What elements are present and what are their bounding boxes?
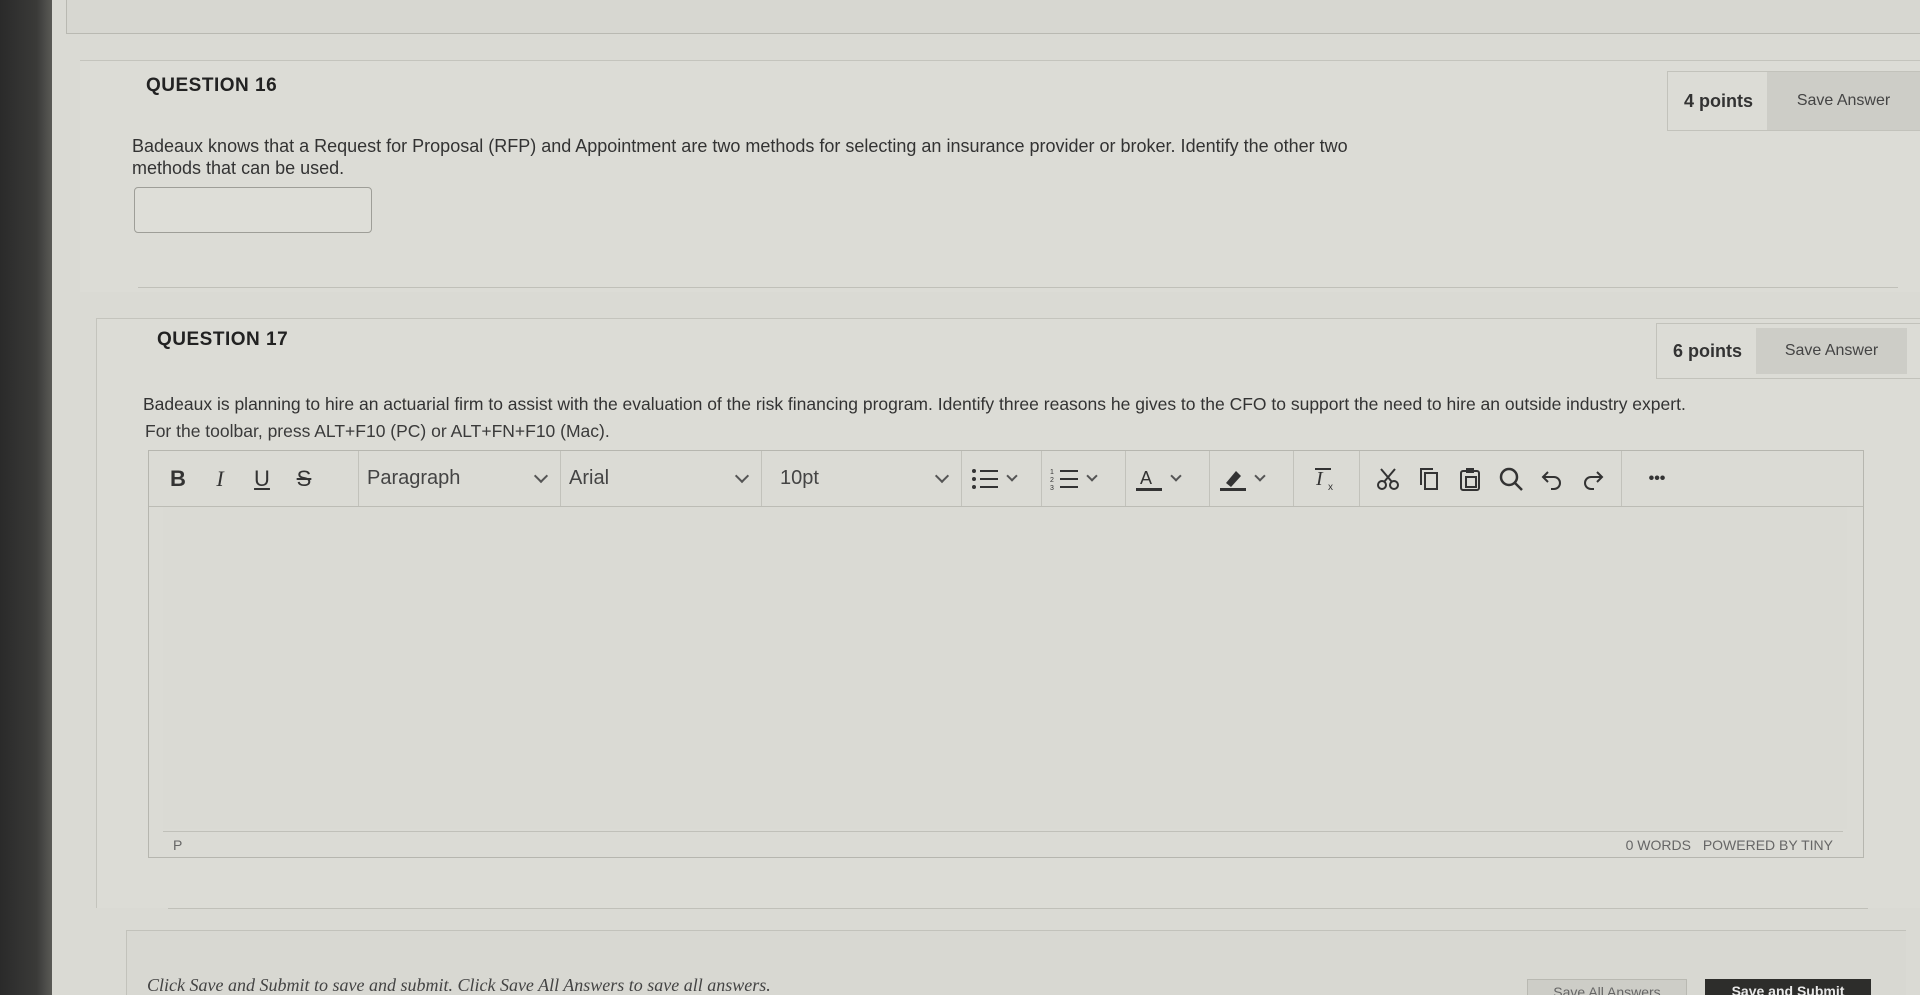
search-icon[interactable] (1498, 466, 1524, 492)
bold-label: B (170, 465, 186, 491)
chevron-down-icon (533, 468, 549, 483)
paste-icon[interactable] (1457, 466, 1483, 492)
question-text: Badeaux knows that a Request for Proposa… (132, 135, 1552, 179)
bullet-list-icon (972, 468, 998, 489)
svg-text:A: A (1140, 468, 1152, 488)
chevron-down-icon (934, 468, 950, 483)
points-label: 6 points (1673, 340, 1743, 361)
points-box: 4 points Save Answer (1667, 71, 1920, 131)
svg-text:3: 3 (1050, 485, 1054, 492)
save-answer-button[interactable]: Save Answer (1767, 72, 1920, 130)
highlight-split[interactable] (1210, 451, 1294, 506)
numbered-list-split[interactable]: 1 2 3 (1042, 451, 1126, 506)
toolbar-hint: For the toolbar, press ALT+F10 (PC) or A… (145, 421, 610, 441)
rich-text-editor: B I U S Paragraph Arial 10pt 1 2 3 A I x… (148, 450, 1864, 858)
element-path[interactable]: P (173, 837, 182, 853)
highlight-icon (1220, 470, 1246, 491)
powered-by-link[interactable]: POWERED BY TINY (1703, 837, 1833, 853)
points-box: 6 points Save Answer (1656, 323, 1920, 379)
underline-label: U (254, 465, 270, 491)
question-text-line: methods that can be used. (132, 158, 345, 178)
svg-text:x: x (1328, 482, 1333, 493)
editor-status-bar: P 0 WORDS POWERED BY TINY (163, 831, 1843, 857)
status-right: 0 WORDS POWERED BY TINY (1626, 837, 1833, 853)
question-title: QUESTION 17 (157, 329, 289, 350)
word-count[interactable]: 0 WORDS (1626, 837, 1691, 853)
question-16: QUESTION 16 4 points Save Answer Badeaux… (80, 60, 1920, 292)
block-format-select[interactable]: Paragraph (359, 451, 561, 506)
cut-icon[interactable] (1375, 466, 1401, 492)
chevron-down-icon (1170, 469, 1182, 482)
more-icon[interactable]: ••• (1622, 451, 1692, 506)
submit-instructions: Click Save and Submit to save and submit… (147, 975, 771, 995)
edit-group (1360, 451, 1622, 506)
clear-format-button[interactable]: I x (1294, 451, 1360, 506)
undo-icon[interactable] (1539, 466, 1565, 492)
question-title: QUESTION 16 (146, 75, 278, 96)
save-answer-button[interactable]: Save Answer (1756, 328, 1907, 374)
chevron-down-icon (734, 468, 750, 483)
previous-question-edge (66, 0, 1920, 34)
text-color-split[interactable]: A (1126, 451, 1210, 506)
save-all-answers-button[interactable]: Save All Answers (1527, 979, 1687, 995)
font-size-select[interactable]: 10pt (762, 451, 962, 506)
strikethrough-icon[interactable]: S (283, 459, 325, 499)
question-text-line: Badeaux knows that a Request for Proposa… (132, 136, 1348, 156)
chevron-down-icon (1006, 469, 1018, 482)
copy-icon[interactable] (1416, 466, 1442, 492)
format-group: B I U S (149, 451, 359, 506)
font-family-select[interactable]: Arial (561, 451, 762, 506)
chevron-down-icon (1086, 469, 1098, 482)
svg-text:I: I (1315, 468, 1324, 490)
bold-icon[interactable]: B (157, 459, 199, 499)
screen-bezel (0, 0, 52, 995)
question-text: Badeaux is planning to hire an actuarial… (143, 394, 1686, 414)
editor-toolbar: B I U S Paragraph Arial 10pt 1 2 3 A I x… (149, 451, 1863, 507)
redo-icon[interactable] (1580, 466, 1606, 492)
chevron-down-icon (1254, 469, 1266, 482)
strikethrough-label: S (296, 465, 312, 491)
bullet-list-split[interactable] (962, 451, 1042, 506)
svg-text:1: 1 (1050, 469, 1054, 476)
underline-icon[interactable]: U (241, 459, 283, 499)
text-color-icon: A (1136, 468, 1162, 491)
editor-content-area[interactable] (163, 507, 1847, 829)
italic-label: I (216, 465, 224, 491)
divider (168, 908, 1868, 909)
submission-footer: Click Save and Submit to save and submit… (126, 930, 1906, 995)
clear-format-icon: I x (1314, 467, 1333, 493)
font-size-value: 10pt (780, 467, 819, 489)
save-and-submit-button[interactable]: Save and Submit (1705, 979, 1871, 995)
answer-input[interactable] (134, 187, 372, 233)
font-family-value: Arial (569, 467, 610, 489)
block-format-value: Paragraph (367, 467, 461, 489)
points-label: 4 points (1684, 90, 1754, 111)
numbered-list-icon: 1 2 3 (1050, 469, 1078, 492)
svg-text:2: 2 (1050, 477, 1054, 484)
italic-icon[interactable]: I (199, 459, 241, 499)
divider (138, 287, 1898, 288)
